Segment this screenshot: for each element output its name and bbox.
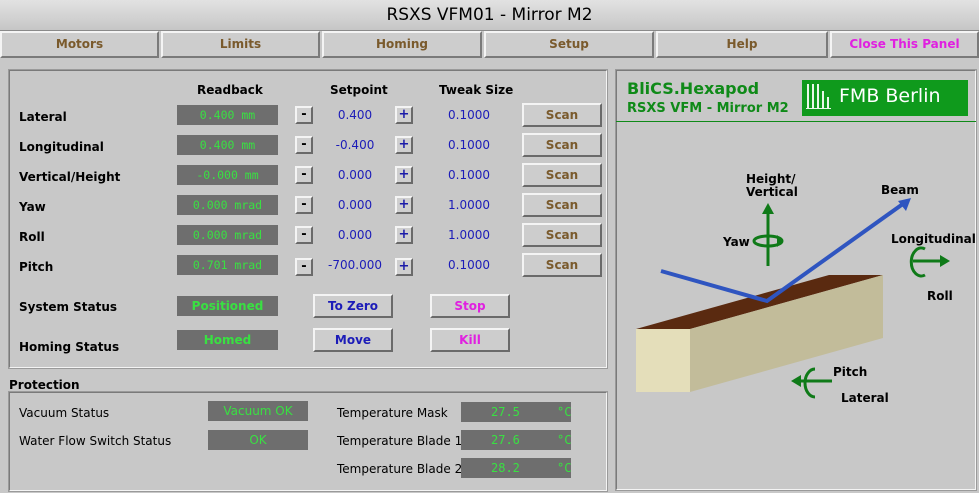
limits-menu-button[interactable]: Limits bbox=[161, 31, 320, 58]
tweak-size-pitch[interactable]: 0.1000 bbox=[430, 258, 508, 272]
help-menu-button[interactable]: Help bbox=[656, 31, 828, 58]
stop-button[interactable]: Stop bbox=[430, 294, 510, 318]
temperature-mask-unit: °C bbox=[557, 405, 572, 419]
tweak-size-header: Tweak Size bbox=[439, 83, 514, 97]
setpoint-lateral[interactable]: 0.400 bbox=[316, 108, 394, 122]
scan-button-longitudinal[interactable]: Scan bbox=[522, 133, 602, 157]
roll-label: Roll bbox=[927, 289, 953, 303]
vacuum-status-label: Vacuum Status bbox=[19, 406, 110, 420]
tweak-minus-vertical[interactable]: - bbox=[295, 166, 313, 184]
temperature-blade1-value: 27.6 bbox=[491, 433, 520, 447]
height-arrow-head bbox=[762, 203, 774, 214]
homing-status-value: Homed bbox=[177, 330, 278, 350]
setup-menu-button[interactable]: Setup bbox=[484, 31, 654, 58]
longitudinal-arrow-head bbox=[940, 255, 950, 267]
axis-label-yaw: Yaw bbox=[19, 200, 46, 214]
beam-label: Beam bbox=[881, 183, 919, 197]
tweak-plus-longitudinal[interactable]: + bbox=[395, 136, 413, 154]
vertical-label: Vertical bbox=[746, 185, 798, 199]
temperature-blade1-field: 27.6 °C bbox=[461, 430, 571, 450]
tweak-plus-vertical[interactable]: + bbox=[395, 166, 413, 184]
scan-button-roll[interactable]: Scan bbox=[522, 223, 602, 247]
move-button[interactable]: Move bbox=[313, 328, 393, 352]
scan-button-vertical[interactable]: Scan bbox=[522, 163, 602, 187]
readback-roll: 0.000 mrad bbox=[177, 225, 278, 245]
lateral-label: Lateral bbox=[841, 391, 889, 405]
pitch-label: Pitch bbox=[833, 365, 868, 379]
setpoint-header: Setpoint bbox=[330, 83, 388, 97]
close-panel-button[interactable]: Close This Panel bbox=[830, 31, 979, 58]
axis-label-roll: Roll bbox=[19, 230, 45, 244]
system-status-value: Positioned bbox=[177, 296, 278, 316]
tweak-plus-pitch[interactable]: + bbox=[395, 258, 413, 276]
tweak-size-longitudinal[interactable]: 0.1000 bbox=[430, 138, 508, 152]
kill-button[interactable]: Kill bbox=[430, 328, 510, 352]
readback-lateral: 0.400 mm bbox=[177, 105, 278, 125]
tweak-size-lateral[interactable]: 0.1000 bbox=[430, 108, 508, 122]
temperature-blade2-label: Temperature Blade 2 bbox=[337, 462, 463, 476]
vacuum-status-value: Vacuum OK bbox=[208, 401, 308, 421]
pitch-rotation-icon bbox=[803, 367, 816, 399]
water-flow-label: Water Flow Switch Status bbox=[19, 434, 172, 448]
fmb-logo-icon bbox=[806, 84, 831, 109]
water-flow-value: OK bbox=[208, 430, 308, 450]
tweak-size-roll[interactable]: 1.0000 bbox=[430, 228, 508, 242]
brand-title: BliCS.Hexapod bbox=[627, 79, 760, 98]
setpoint-roll[interactable]: 0.000 bbox=[316, 228, 394, 242]
axis-label-pitch: Pitch bbox=[19, 260, 54, 274]
yaw-label: Yaw bbox=[723, 235, 750, 249]
temperature-mask-value: 27.5 bbox=[491, 405, 520, 419]
temperature-blade1-unit: °C bbox=[557, 433, 572, 447]
temperature-blade1-label: Temperature Blade 1 bbox=[337, 434, 463, 448]
hexapod-mirror-illustration bbox=[636, 198, 950, 399]
system-status-label: System Status bbox=[19, 300, 118, 314]
readback-longitudinal: 0.400 mm bbox=[177, 135, 278, 155]
tweak-minus-yaw[interactable]: - bbox=[295, 196, 313, 214]
setpoint-longitudinal[interactable]: -0.400 bbox=[316, 138, 394, 152]
temperature-mask-label: Temperature Mask bbox=[337, 406, 448, 420]
to-zero-button[interactable]: To Zero bbox=[313, 294, 393, 318]
scan-button-lateral[interactable]: Scan bbox=[522, 103, 602, 127]
tweak-size-vertical[interactable]: 0.1000 bbox=[430, 168, 508, 182]
readback-pitch: 0.701 mrad bbox=[177, 255, 278, 275]
homing-status-label: Homing Status bbox=[19, 340, 120, 354]
tweak-plus-yaw[interactable]: + bbox=[395, 196, 413, 214]
temperature-blade2-field: 28.2 °C bbox=[461, 458, 571, 478]
window-title: RSXS VFM01 - Mirror M2 bbox=[0, 0, 979, 31]
protection-title: Protection bbox=[9, 378, 80, 392]
homing-menu-button[interactable]: Homing bbox=[322, 31, 482, 58]
temperature-mask-field: 27.5 °C bbox=[461, 402, 571, 422]
motors-menu-button[interactable]: Motors bbox=[0, 31, 159, 58]
temperature-blade2-value: 28.2 bbox=[491, 461, 520, 475]
tweak-minus-longitudinal[interactable]: - bbox=[295, 136, 313, 154]
title-underline bbox=[616, 121, 976, 122]
tweak-minus-roll[interactable]: - bbox=[295, 226, 313, 244]
setpoint-vertical[interactable]: 0.000 bbox=[316, 168, 394, 182]
lateral-arrow-head bbox=[791, 375, 801, 387]
logo-text: FMB Berlin bbox=[839, 85, 941, 107]
tweak-minus-lateral[interactable]: - bbox=[295, 106, 313, 124]
axis-label-lateral: Lateral bbox=[19, 110, 67, 124]
temperature-blade2-unit: °C bbox=[557, 461, 572, 475]
scan-button-yaw[interactable]: Scan bbox=[522, 193, 602, 217]
height-vertical-label: Height/ Vertical bbox=[746, 173, 798, 199]
fmb-berlin-logo: FMB Berlin bbox=[802, 80, 968, 116]
mirror-front-face bbox=[636, 329, 690, 392]
scan-button-pitch[interactable]: Scan bbox=[522, 253, 602, 277]
axis-label-vertical: Vertical/Height bbox=[19, 170, 121, 184]
setpoint-yaw[interactable]: 0.000 bbox=[316, 198, 394, 212]
setpoint-pitch[interactable]: -700.000 bbox=[316, 258, 394, 272]
tweak-minus-pitch[interactable]: - bbox=[295, 258, 313, 276]
readback-header: Readback bbox=[197, 83, 263, 97]
longitudinal-label: Longitudinal bbox=[891, 232, 976, 246]
tweak-plus-lateral[interactable]: + bbox=[395, 106, 413, 124]
readback-yaw: 0.000 mrad bbox=[177, 195, 278, 215]
readback-vertical: -0.000 mm bbox=[177, 165, 278, 185]
diagram-subtitle: RSXS VFM - Mirror M2 bbox=[627, 101, 789, 116]
tweak-plus-roll[interactable]: + bbox=[395, 226, 413, 244]
tweak-size-yaw[interactable]: 1.0000 bbox=[430, 198, 508, 212]
axis-label-longitudinal: Longitudinal bbox=[19, 140, 104, 154]
